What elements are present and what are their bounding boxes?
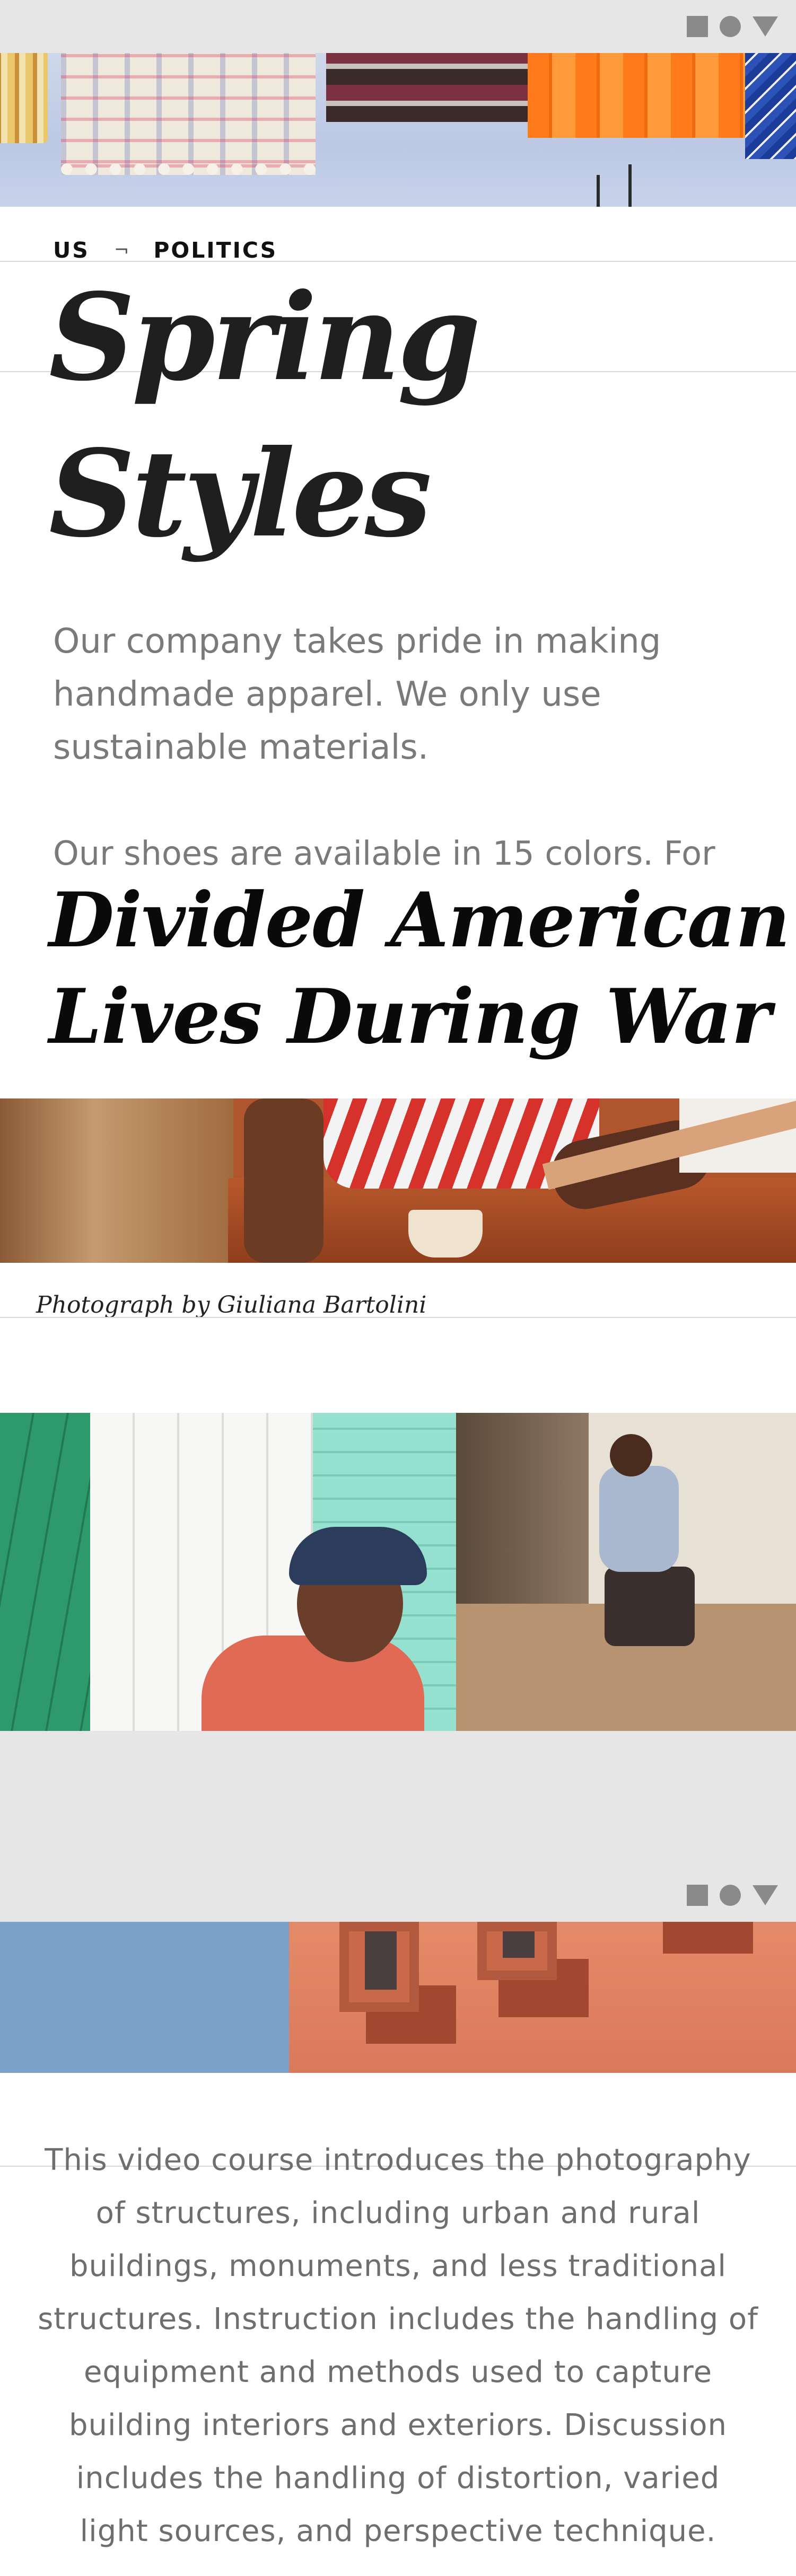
triangle-icon — [753, 16, 778, 37]
phone-screen-course: This video course introduces the photogr… — [0, 1869, 796, 2576]
hero-image-building — [0, 1922, 796, 2073]
photo-person-seated — [605, 1567, 695, 1646]
square-icon — [687, 16, 708, 37]
circle-icon — [720, 16, 741, 37]
photo-person-cap — [289, 1527, 427, 1585]
photo-wood-panel — [0, 1098, 233, 1263]
photo-green-wall — [0, 1413, 90, 1731]
phone-screen-article: US ¬ POLITICS Spring Styles Our company … — [0, 0, 796, 1731]
divider — [0, 1317, 796, 1318]
breadcrumb-separator: ¬ — [113, 240, 129, 261]
page-title: Spring Styles — [49, 268, 481, 564]
triangle-icon — [753, 1885, 778, 1905]
breadcrumb-item-us[interactable]: US — [53, 238, 90, 263]
rug-orange — [528, 53, 745, 138]
intro-paragraph: Our company takes pride in making handma… — [53, 622, 661, 767]
circle-icon — [720, 1885, 741, 1906]
photo-window — [339, 1922, 419, 2012]
hero-image-rugs — [0, 53, 796, 207]
rug-yellow — [0, 53, 48, 143]
status-icons — [687, 1885, 778, 1906]
status-bar — [0, 0, 796, 53]
photo-arm — [244, 1098, 323, 1263]
breadcrumb: US ¬ POLITICS — [53, 238, 277, 263]
status-bar — [0, 1869, 796, 1922]
rug-striped-dark — [326, 53, 528, 122]
rug-tassel — [597, 175, 600, 207]
rug-white-patterned — [61, 53, 316, 175]
photo-man-with-cup — [0, 1098, 796, 1263]
square-icon — [687, 1885, 708, 1906]
rug-tassel — [628, 164, 632, 207]
photo-person-seated — [610, 1434, 652, 1476]
status-icons — [687, 16, 778, 37]
photo-window — [477, 1922, 557, 1980]
photo-caption: Photograph by Giuliana Bartolini — [36, 1291, 427, 1318]
rug-blue — [745, 53, 796, 159]
photo-cup — [408, 1210, 483, 1258]
photo-window-shadow — [663, 1922, 753, 1954]
article-headline: Divided American Lives During War — [49, 876, 790, 1061]
photo-porch — [0, 1413, 796, 1731]
course-description: This video course introduces the photogr… — [38, 2143, 758, 2548]
photo-person-seated — [599, 1466, 679, 1572]
photo-person-foreground — [202, 1636, 424, 1731]
breadcrumb-item-politics[interactable]: POLITICS — [153, 238, 277, 263]
